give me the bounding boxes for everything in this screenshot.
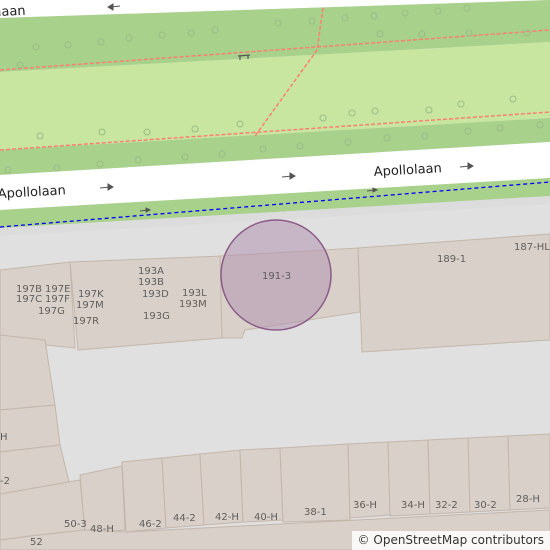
house-number: 52 [30, 537, 43, 548]
house-number: 30-2 [474, 500, 497, 511]
house-number: 193A [138, 266, 164, 277]
house-number: 197F [45, 294, 70, 305]
house-number: 197C [16, 294, 42, 305]
street-label-top: laan [0, 4, 26, 20]
house-number: 38-1 [304, 507, 327, 518]
copyright-symbol: © [357, 533, 370, 547]
house-number: 197G [38, 306, 65, 317]
house-number: 193L [182, 288, 207, 299]
building-40 [239, 447, 284, 523]
house-number: 46-2 [139, 519, 162, 530]
house-number: H [0, 432, 8, 443]
house-number: 34-H [401, 500, 425, 511]
house-number: 28-H [516, 494, 540, 505]
house-number: 32-2 [435, 500, 458, 511]
house-number: 193M [179, 299, 207, 310]
house-number: 193G [143, 311, 170, 322]
house-number: 36-H [353, 500, 377, 511]
building-h [0, 404, 61, 453]
house-number: 189-1 [437, 254, 466, 265]
house-number: 40-H [254, 512, 278, 523]
house-number: 193D [142, 289, 169, 300]
house-number: 50-3 [64, 519, 87, 530]
attribution-link[interactable]: OpenStreetMap contributors [373, 533, 544, 547]
house-number: 44-2 [173, 513, 196, 524]
building-197 [0, 261, 76, 349]
map-canvas[interactable]: laan Apollolaan Apollolaan 197B 197E 197… [0, 0, 550, 550]
house-number: 42-H [215, 512, 239, 523]
house-number: 197M [76, 300, 104, 311]
house-number: 48-H [90, 524, 114, 535]
map-attribution: © OpenStreetMap contributors [351, 531, 550, 550]
house-number: 197R [73, 316, 99, 327]
house-number: 187-HL [514, 242, 550, 253]
house-number: 191-3 [262, 271, 291, 282]
house-number: 197K [78, 289, 104, 300]
house-number: -2 [0, 476, 10, 487]
house-number: 193B [138, 277, 164, 288]
